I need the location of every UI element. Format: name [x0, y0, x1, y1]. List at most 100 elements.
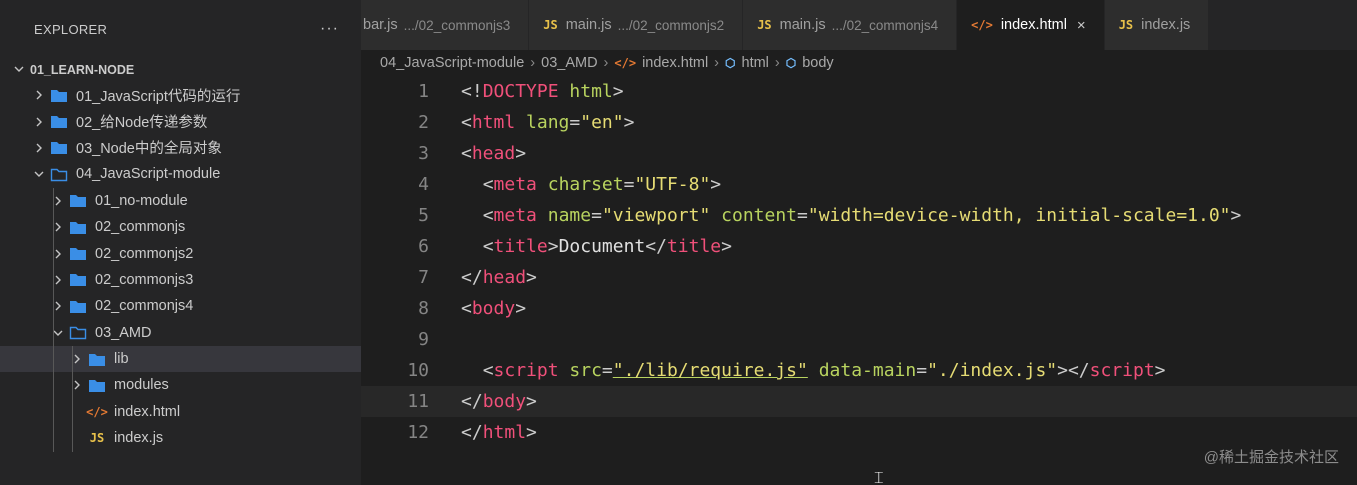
indent-guide — [72, 346, 73, 452]
code-token: charset — [547, 174, 624, 195]
breadcrumb-item[interactable]: 03_AMD — [541, 55, 597, 71]
tree-item-label: 02_给Node传递参数 — [76, 115, 208, 132]
code-line: 4 <meta charset="UTF-8"> — [361, 169, 1357, 200]
code-token: "width=device-width, initial-scale=1.0" — [807, 205, 1231, 226]
code-token: > — [1230, 205, 1242, 226]
tab-main-js[interactable]: JS main.js .../02_commonjs2 — [529, 0, 744, 50]
tree-item[interactable]: JS index.js — [0, 425, 361, 451]
breadcrumb-label: 03_AMD — [541, 55, 598, 71]
chevron-right-icon — [49, 249, 67, 259]
code-token: > — [710, 174, 722, 195]
close-icon[interactable]: × — [1077, 17, 1086, 34]
breadcrumb-item[interactable]: </> index.html — [614, 55, 708, 71]
code-token: </ — [461, 391, 483, 412]
line-number: 6 — [418, 236, 429, 257]
code-token: > — [623, 112, 635, 133]
tree-item[interactable]: 02_commonjs2 — [0, 240, 361, 266]
code-token: > — [515, 298, 527, 319]
tree-item[interactable]: 01_no-module — [0, 188, 361, 214]
editor-tabs: bar.js .../02_commonjs3 JS main.js .../02_co… — [361, 0, 1357, 50]
tree-item[interactable]: 01_JavaScript代码的运行 — [0, 82, 361, 108]
code-token: > — [547, 236, 559, 257]
code-token: Document — [558, 236, 646, 257]
more-actions-icon[interactable]: ··· — [320, 20, 339, 38]
tree-item-label: 01_no-module — [95, 192, 188, 209]
tree-item[interactable]: </> index.html — [0, 399, 361, 425]
line-number: 2 — [418, 112, 429, 133]
file-tree: 01_JavaScript代码的运行 02_给Node传递参数 03_Node中的全… — [0, 82, 361, 452]
chevron-right-icon: › — [774, 55, 780, 71]
tab-index-js[interactable]: JS index.js — [1104, 0, 1210, 50]
tree-item-label: modules — [114, 377, 169, 394]
code-token: < — [482, 174, 494, 195]
code-token: < — [461, 112, 472, 133]
code-token: </ — [461, 422, 483, 443]
tab-index-html[interactable]: </> index.html × — [957, 0, 1105, 50]
folder-icon — [69, 220, 87, 235]
code-token: > — [515, 143, 527, 164]
code-line: 2 <html lang="en"> — [361, 107, 1357, 138]
folder-icon — [69, 246, 87, 261]
code-token: < — [461, 143, 472, 164]
tree-item-label: 03_AMD — [95, 324, 152, 341]
tree-item-label: 03_Node中的全局对象 — [76, 141, 222, 158]
line-number: 8 — [418, 298, 429, 319]
code-line: 12 </html> — [361, 417, 1357, 448]
code-token: < — [482, 205, 494, 226]
code-line: 10 <script src="./lib/require.js" data-m… — [361, 355, 1357, 386]
code-editor[interactable]: 1 <!DOCTYPE html> 2 <html lang="en"> 3 <head>… — [361, 76, 1357, 485]
code-line: 7 </head> — [361, 262, 1357, 293]
code-token: > — [721, 236, 732, 257]
chevron-right-icon — [49, 275, 67, 285]
chevron-right-icon — [68, 354, 86, 364]
tree-item[interactable]: modules — [0, 372, 361, 398]
workspace-section-header[interactable]: 01_LEARN-NODE — [0, 58, 361, 82]
tree-item-label: index.js — [114, 430, 164, 447]
code-token: ></ — [1057, 360, 1090, 381]
folder-icon — [50, 88, 68, 103]
tab-label: main.js — [565, 17, 612, 33]
code-token: html — [471, 112, 516, 133]
tree-item-label: 02_commonjs — [95, 219, 186, 236]
tab-bar-js[interactable]: bar.js .../02_commonjs3 — [361, 0, 530, 50]
code-token: name — [547, 205, 592, 226]
chevron-right-icon: › — [714, 55, 720, 71]
code-token: head — [471, 143, 516, 164]
tree-item[interactable]: 02_commonjs4 — [0, 293, 361, 319]
tab-main-js[interactable]: JS main.js .../02_commonjs4 — [743, 0, 958, 50]
chevron-down-icon — [49, 328, 67, 338]
tree-item[interactable]: 02_给Node传递参数 — [0, 108, 361, 134]
breadcrumb-item[interactable]: 04_JavaScript-module — [380, 55, 524, 71]
breadcrumb-item[interactable]: ⬡ html — [725, 55, 769, 71]
tree-item[interactable]: 02_commonjs — [0, 214, 361, 240]
code-token: = — [569, 112, 581, 133]
code-line: 6 <title>Document</title> — [361, 231, 1357, 262]
html-file-icon: </> — [86, 404, 108, 419]
chevron-right-icon — [49, 196, 67, 206]
chevron-right-icon — [68, 380, 86, 390]
code-token: head — [482, 267, 527, 288]
code-token: </ — [645, 236, 667, 257]
code-text: <!DOCTYPE html> — [461, 81, 624, 102]
tree-item[interactable]: 02_commonjs3 — [0, 267, 361, 293]
symbol-cube-icon: ⬡ — [785, 56, 797, 70]
breadcrumb-item[interactable]: ⬡ body — [786, 55, 834, 71]
tree-item-label: 02_commonjs3 — [95, 271, 194, 288]
tree-item[interactable]: 04_JavaScript-module — [0, 161, 361, 187]
tree-item[interactable]: 03_Node中的全局对象 — [0, 135, 361, 161]
tree-item-label: index.html — [114, 403, 181, 420]
tree-item-label: 04_JavaScript-module — [76, 166, 221, 183]
code-token: body — [482, 391, 527, 412]
tab-label: index.js — [1141, 17, 1191, 33]
tab-path: .../02_commonjs3 — [403, 17, 511, 33]
tree-item[interactable]: 03_AMD — [0, 320, 361, 346]
chevron-down-icon — [30, 169, 48, 179]
code-token: < — [482, 360, 494, 381]
code-token: script — [493, 360, 559, 381]
tree-item[interactable]: lib — [0, 345, 361, 373]
code-token: > — [612, 81, 624, 102]
